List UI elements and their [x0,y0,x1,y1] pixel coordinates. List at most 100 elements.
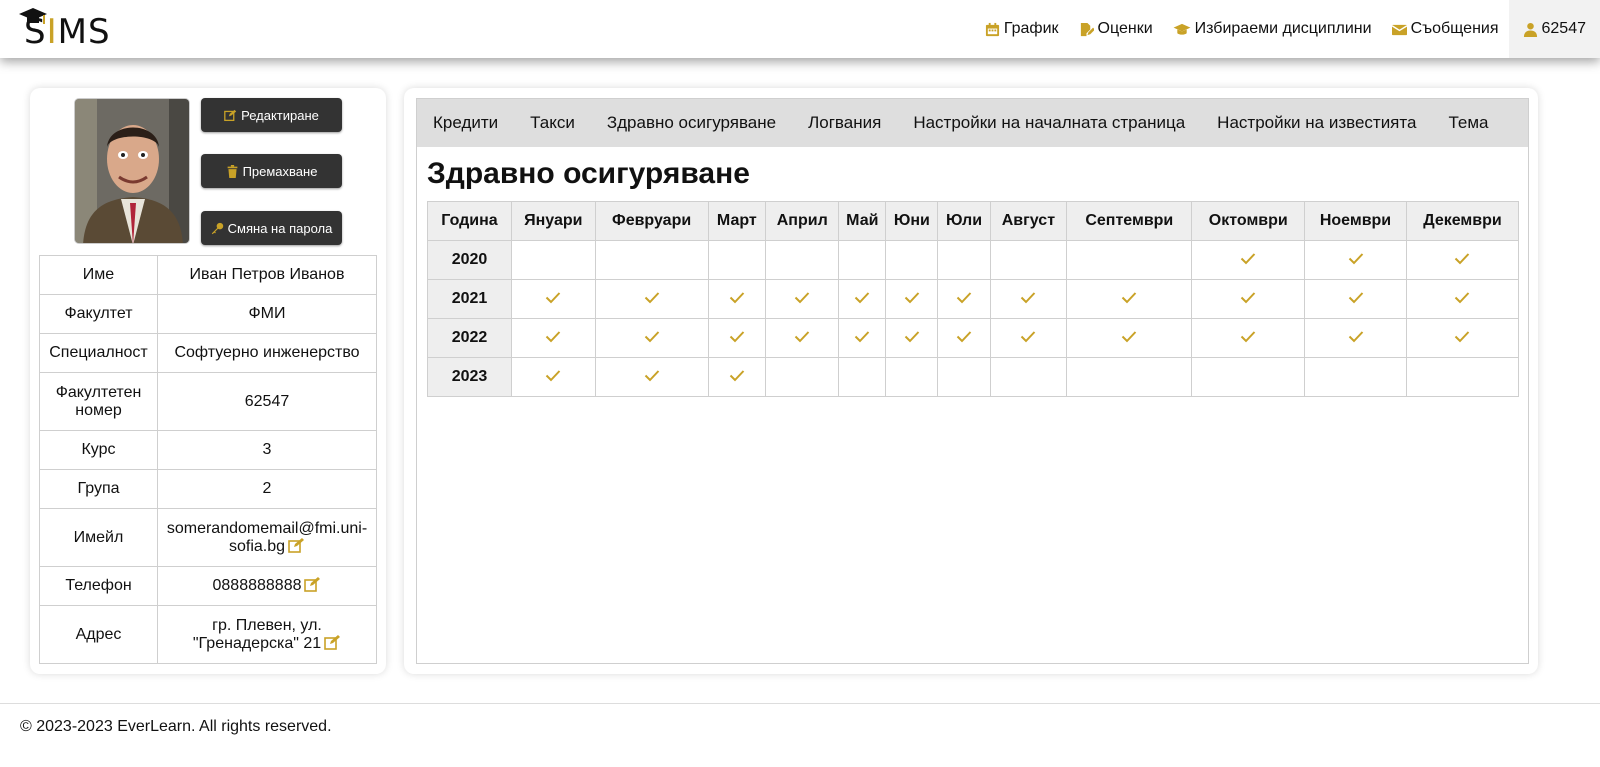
sims-logo[interactable]: SIMS [18,6,118,52]
logo-text: SIMS [24,12,111,52]
tab-credits[interactable]: Кредити [417,113,514,133]
profile-info-table: Име Иван Петров Иванов Факултет ФМИ Спец… [39,255,377,664]
table-row: Име Иван Петров Иванов [39,255,377,295]
check-icon [644,369,659,381]
settings-panel: Кредити Такси Здравно осигуряване Логван… [416,98,1529,664]
insurance-month-cell [707,240,767,280]
check-icon [729,330,745,342]
insurance-month-cell [1304,240,1407,280]
insurance-month-cell [1304,357,1407,397]
table-row: Курс 3 [39,430,377,470]
insurance-month-cell [838,318,887,358]
table-row: Телефон 0888888888 [39,566,377,606]
check-icon [1348,291,1363,303]
edit-phone-icon[interactable] [304,577,321,592]
key-icon [211,222,223,234]
info-key: Телефон [39,566,158,606]
insurance-header-cell: Януари [511,201,596,241]
nav-profile[interactable]: 62547 [1508,0,1600,58]
insurance-header-cell: Октомври [1191,201,1306,241]
insurance-month-cell [885,318,939,358]
table-row: Факултетен номер 62547 [39,372,377,431]
info-value-email: somerandomemail@fmi.uni-sofia.bg [166,519,368,555]
settings-card: Кредити Такси Здравно осигуряване Логван… [404,88,1538,674]
check-icon [956,291,972,303]
footer-divider [0,703,1600,704]
check-icon [644,291,659,303]
nav-schedule[interactable]: График [975,0,1069,58]
nav-label: Оценки [1097,20,1153,37]
insurance-month-cell [885,279,939,319]
nav-messages[interactable]: Съобщения [1382,0,1509,58]
insurance-body: 2020 2021 2022 2023 [427,240,1520,397]
edit-email-icon[interactable] [288,537,305,553]
check-icon [1122,330,1137,342]
insurance-month-cell [1405,279,1520,319]
insurance-month-cell [511,357,596,397]
footer-copyright: © 2023-2023 EverLearn. All rights reserv… [20,718,332,735]
check-icon [1455,330,1470,342]
info-value-address-cell: гр. Плевен, ул. "Гренадерска" 21 [157,605,377,664]
insurance-month-cell [1191,357,1306,397]
check-icon [546,291,561,303]
insurance-month-cell [1066,318,1193,358]
edit-photo-button[interactable]: Редактиране [201,98,342,132]
insurance-month-cell [511,318,596,358]
remove-photo-label: Премахване [242,163,318,179]
remove-photo-button[interactable]: Премахване [201,154,342,188]
info-value-course: 3 [157,430,377,470]
tab-notification-settings[interactable]: Настройки на известията [1201,113,1432,133]
tab-theme[interactable]: Тема [1432,113,1504,133]
check-icon [729,291,745,303]
info-key: Адрес [39,605,158,664]
graduation-cap-icon [1173,23,1191,35]
insurance-header-cell: Май [838,201,887,241]
insurance-month-cell [1191,279,1306,319]
insurance-month-cell [1405,318,1520,358]
insurance-month-cell [1405,240,1520,280]
main-nav: График Оценки Избираеми дисциплини Съобщ… [975,0,1600,58]
table-row: Специалност Софтуерно инженерство [39,333,377,373]
insurance-header-cell: Март [707,201,767,241]
info-key: Факултетен номер [39,372,158,431]
table-row: Факултет ФМИ [39,294,377,334]
insurance-month-cell [937,279,991,319]
top-navbar: SIMS График Оценки Избираеми дисциплини … [0,0,1600,58]
nav-label: Избираеми дисциплини [1194,20,1372,37]
tab-home-settings[interactable]: Настройки на началната страница [897,113,1201,133]
edit-address-icon[interactable] [324,634,341,650]
insurance-month-cell [937,240,991,280]
info-key: Специалност [39,333,158,373]
insurance-month-cell [511,240,596,280]
check-icon [855,330,870,342]
check-icon [1241,291,1256,303]
check-icon [795,291,810,303]
insurance-year-cell: 2021 [427,279,512,319]
insurance-header-cell: Февруари [594,201,709,241]
tab-health-insurance[interactable]: Здравно осигуряване [591,113,792,133]
info-key: Група [39,469,158,509]
insurance-year-cell: 2023 [427,357,512,397]
nav-electives[interactable]: Избираеми дисциплини [1163,0,1382,58]
insurance-month-cell [1304,318,1407,358]
insurance-month-cell [765,318,840,358]
info-key: Имейл [39,508,158,567]
change-password-button[interactable]: Смяна на парола [201,211,342,245]
info-value-address: гр. Плевен, ул. "Гренадерска" 21 [192,616,322,652]
insurance-month-cell [989,279,1068,319]
tab-fees[interactable]: Такси [514,113,591,133]
check-icon [1348,330,1363,342]
insurance-header-cell: Август [989,201,1068,241]
nav-grades[interactable]: Оценки [1069,0,1163,58]
insurance-header-cell: Декември [1405,201,1520,241]
info-value-group: 2 [157,469,377,509]
info-key: Име [39,255,158,295]
insurance-header-row: Година Януари Февруари Март Април Май Юни Юли Ав… [427,201,1520,241]
check-icon [904,291,920,303]
tab-logins[interactable]: Логвания [792,113,897,133]
trash-icon [227,164,237,178]
insurance-table: Година Януари Февруари Март Април Май Юни Юли Ав… [427,201,1520,397]
insurance-month-cell [594,357,709,397]
profile-photo [74,98,190,244]
table-row: 2023 [427,357,1520,397]
